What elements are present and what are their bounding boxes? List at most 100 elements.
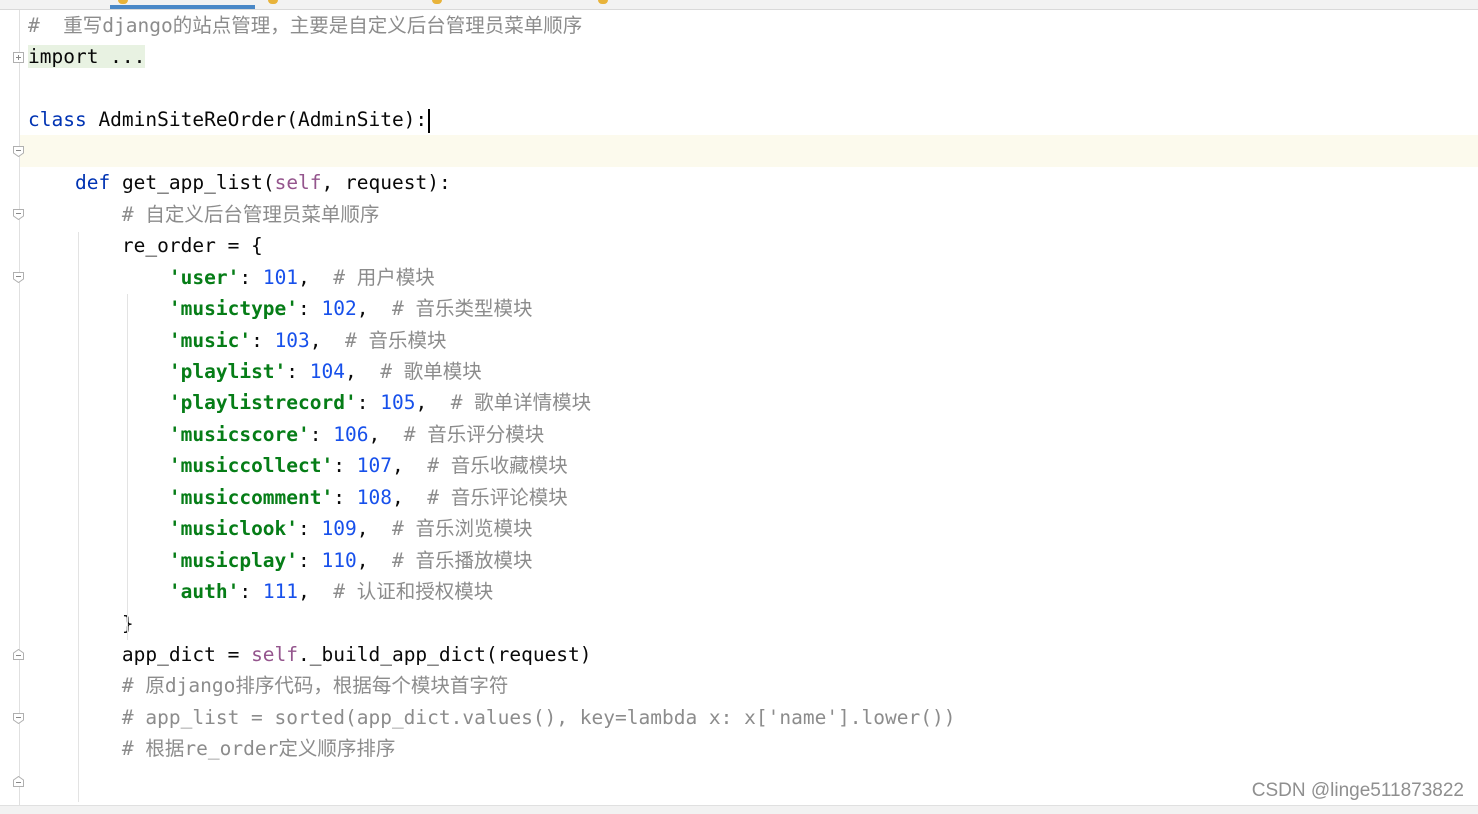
code-token: re_order = { (28, 234, 263, 258)
code-token: , (391, 454, 428, 478)
fold-expand-icon[interactable] (13, 52, 24, 63)
code-token: , (391, 485, 428, 509)
code-token: # (121, 737, 146, 761)
code-token: 自定义后台管理员菜单顺序 (145, 202, 380, 226)
code-token: 104 (309, 359, 346, 383)
code-line[interactable]: class AdminSiteReOrder(AdminSite): (28, 104, 431, 135)
fold-end-icon[interactable] (13, 649, 24, 660)
code-token: , (298, 265, 334, 289)
watermark: CSDN @linge511873822 (1251, 780, 1464, 801)
code-token: def (74, 171, 111, 195)
code-token: , (356, 517, 392, 541)
editor-gutter[interactable] (0, 10, 20, 813)
code-line[interactable]: re_order = { (28, 230, 263, 261)
code-line[interactable]: } (28, 608, 134, 639)
code-token: # (28, 14, 64, 37)
code-token: 'music' (168, 328, 252, 352)
code-token: : (239, 580, 263, 604)
code-token: : (298, 297, 322, 321)
code-line[interactable]: # app_list = sorted(app_dict.values(), k… (28, 702, 956, 733)
code-line[interactable]: 'musicplay': 110, # 音乐播放模块 (28, 545, 533, 576)
code-token: 音乐浏览模块 (415, 517, 533, 541)
code-token: # (121, 674, 146, 698)
code-token: 'playlistrecord' (168, 391, 357, 415)
python-file-icon (118, 0, 128, 4)
code-token: class (28, 108, 87, 132)
code-line[interactable]: # 原django排序代码，根据每个模块首字符 (28, 670, 508, 701)
code-token: # (427, 454, 451, 478)
code-token: 'musiccomment' (168, 485, 334, 509)
code-token: 'musictype' (168, 297, 299, 321)
code-token: , (356, 297, 392, 321)
code-token: # (333, 265, 357, 289)
fold-collapse-icon[interactable] (13, 272, 24, 283)
code-line[interactable]: 'musictype': 102, # 音乐类型模块 (28, 293, 533, 324)
fold-collapse-icon[interactable] (13, 209, 24, 220)
python-file-icon (432, 0, 442, 4)
code-token: 根据 (145, 737, 185, 761)
code-token: : (356, 391, 381, 415)
python-file-icon (268, 0, 278, 4)
code-editor[interactable]: # 重写django的站点管理，主要是自定义后台管理员菜单顺序 import ..… (20, 10, 1478, 805)
code-token: , (415, 391, 451, 415)
code-line[interactable]: import ... (28, 41, 146, 72)
code-line[interactable]: 'user': 101, # 用户模块 (28, 262, 435, 293)
code-token: django (164, 674, 236, 698)
code-line[interactable]: 'musicscore': 106, # 音乐评分模块 (28, 419, 544, 450)
python-file-icon (598, 0, 608, 4)
code-token: 103 (274, 328, 310, 352)
code-token: 'user' (168, 265, 240, 289)
indent-guide (127, 294, 128, 640)
fold-end-icon[interactable] (13, 776, 24, 787)
code-line[interactable]: # 重写django的站点管理，主要是自定义后台管理员菜单顺序 (28, 10, 582, 41)
code-line[interactable]: 'musiccomment': 108, # 音乐评论模块 (28, 482, 568, 513)
code-token: # (121, 202, 146, 226)
code-token: } (28, 611, 134, 635)
code-token: : (298, 517, 322, 541)
code-token: # (391, 297, 416, 321)
code-line[interactable]: 'playlistrecord': 105, # 歌单详情模块 (28, 387, 591, 418)
code-token: django (102, 14, 173, 37)
code-token: 音乐类型模块 (415, 297, 533, 321)
code-token: , request): (321, 171, 451, 195)
fold-collapse-icon[interactable] (13, 146, 24, 157)
fold-collapse-icon[interactable] (13, 713, 24, 724)
editor-tab-bar (0, 0, 1478, 10)
code-token: 排序代码，根据每个模块首字符 (235, 674, 509, 698)
code-line[interactable]: def get_app_list(self, request): (28, 167, 451, 198)
code-token: re_order (184, 737, 279, 761)
code-line[interactable]: app_dict = self._build_app_dict(request) (28, 639, 592, 670)
code-token: 原 (145, 674, 165, 698)
code-line[interactable]: 'auth': 111, # 认证和授权模块 (28, 576, 493, 607)
code-token: self (274, 171, 322, 195)
code-line[interactable]: # 自定义后台管理员菜单顺序 (28, 199, 380, 230)
code-token: 105 (380, 391, 416, 415)
code-line[interactable]: 'music': 103, # 音乐模块 (28, 325, 447, 356)
code-token: 'musiclook' (168, 517, 299, 541)
code-token: self (251, 643, 299, 666)
code-token: 音乐评分模块 (427, 422, 545, 446)
code-line[interactable]: 'musiclook': 109, # 音乐浏览模块 (28, 513, 533, 544)
code-token: : (239, 265, 263, 289)
active-tab-indicator[interactable] (110, 5, 255, 9)
code-line[interactable]: 'musiccollect': 107, # 音乐收藏模块 (28, 450, 568, 481)
code-token: 重写 (63, 14, 103, 37)
code-token: 'musicscore' (168, 422, 310, 446)
code-line[interactable]: # 根据re_order定义顺序排序 (28, 733, 395, 764)
code-line[interactable]: 'playlist': 104, # 歌单模块 (28, 356, 482, 387)
code-token: 106 (333, 422, 369, 446)
code-token: 的站点管理，主要是自定义后台管理员菜单顺序 (172, 14, 583, 37)
code-token: # (403, 422, 428, 446)
code-token: 111 (262, 580, 299, 604)
code-token: 'musicplay' (168, 548, 299, 572)
